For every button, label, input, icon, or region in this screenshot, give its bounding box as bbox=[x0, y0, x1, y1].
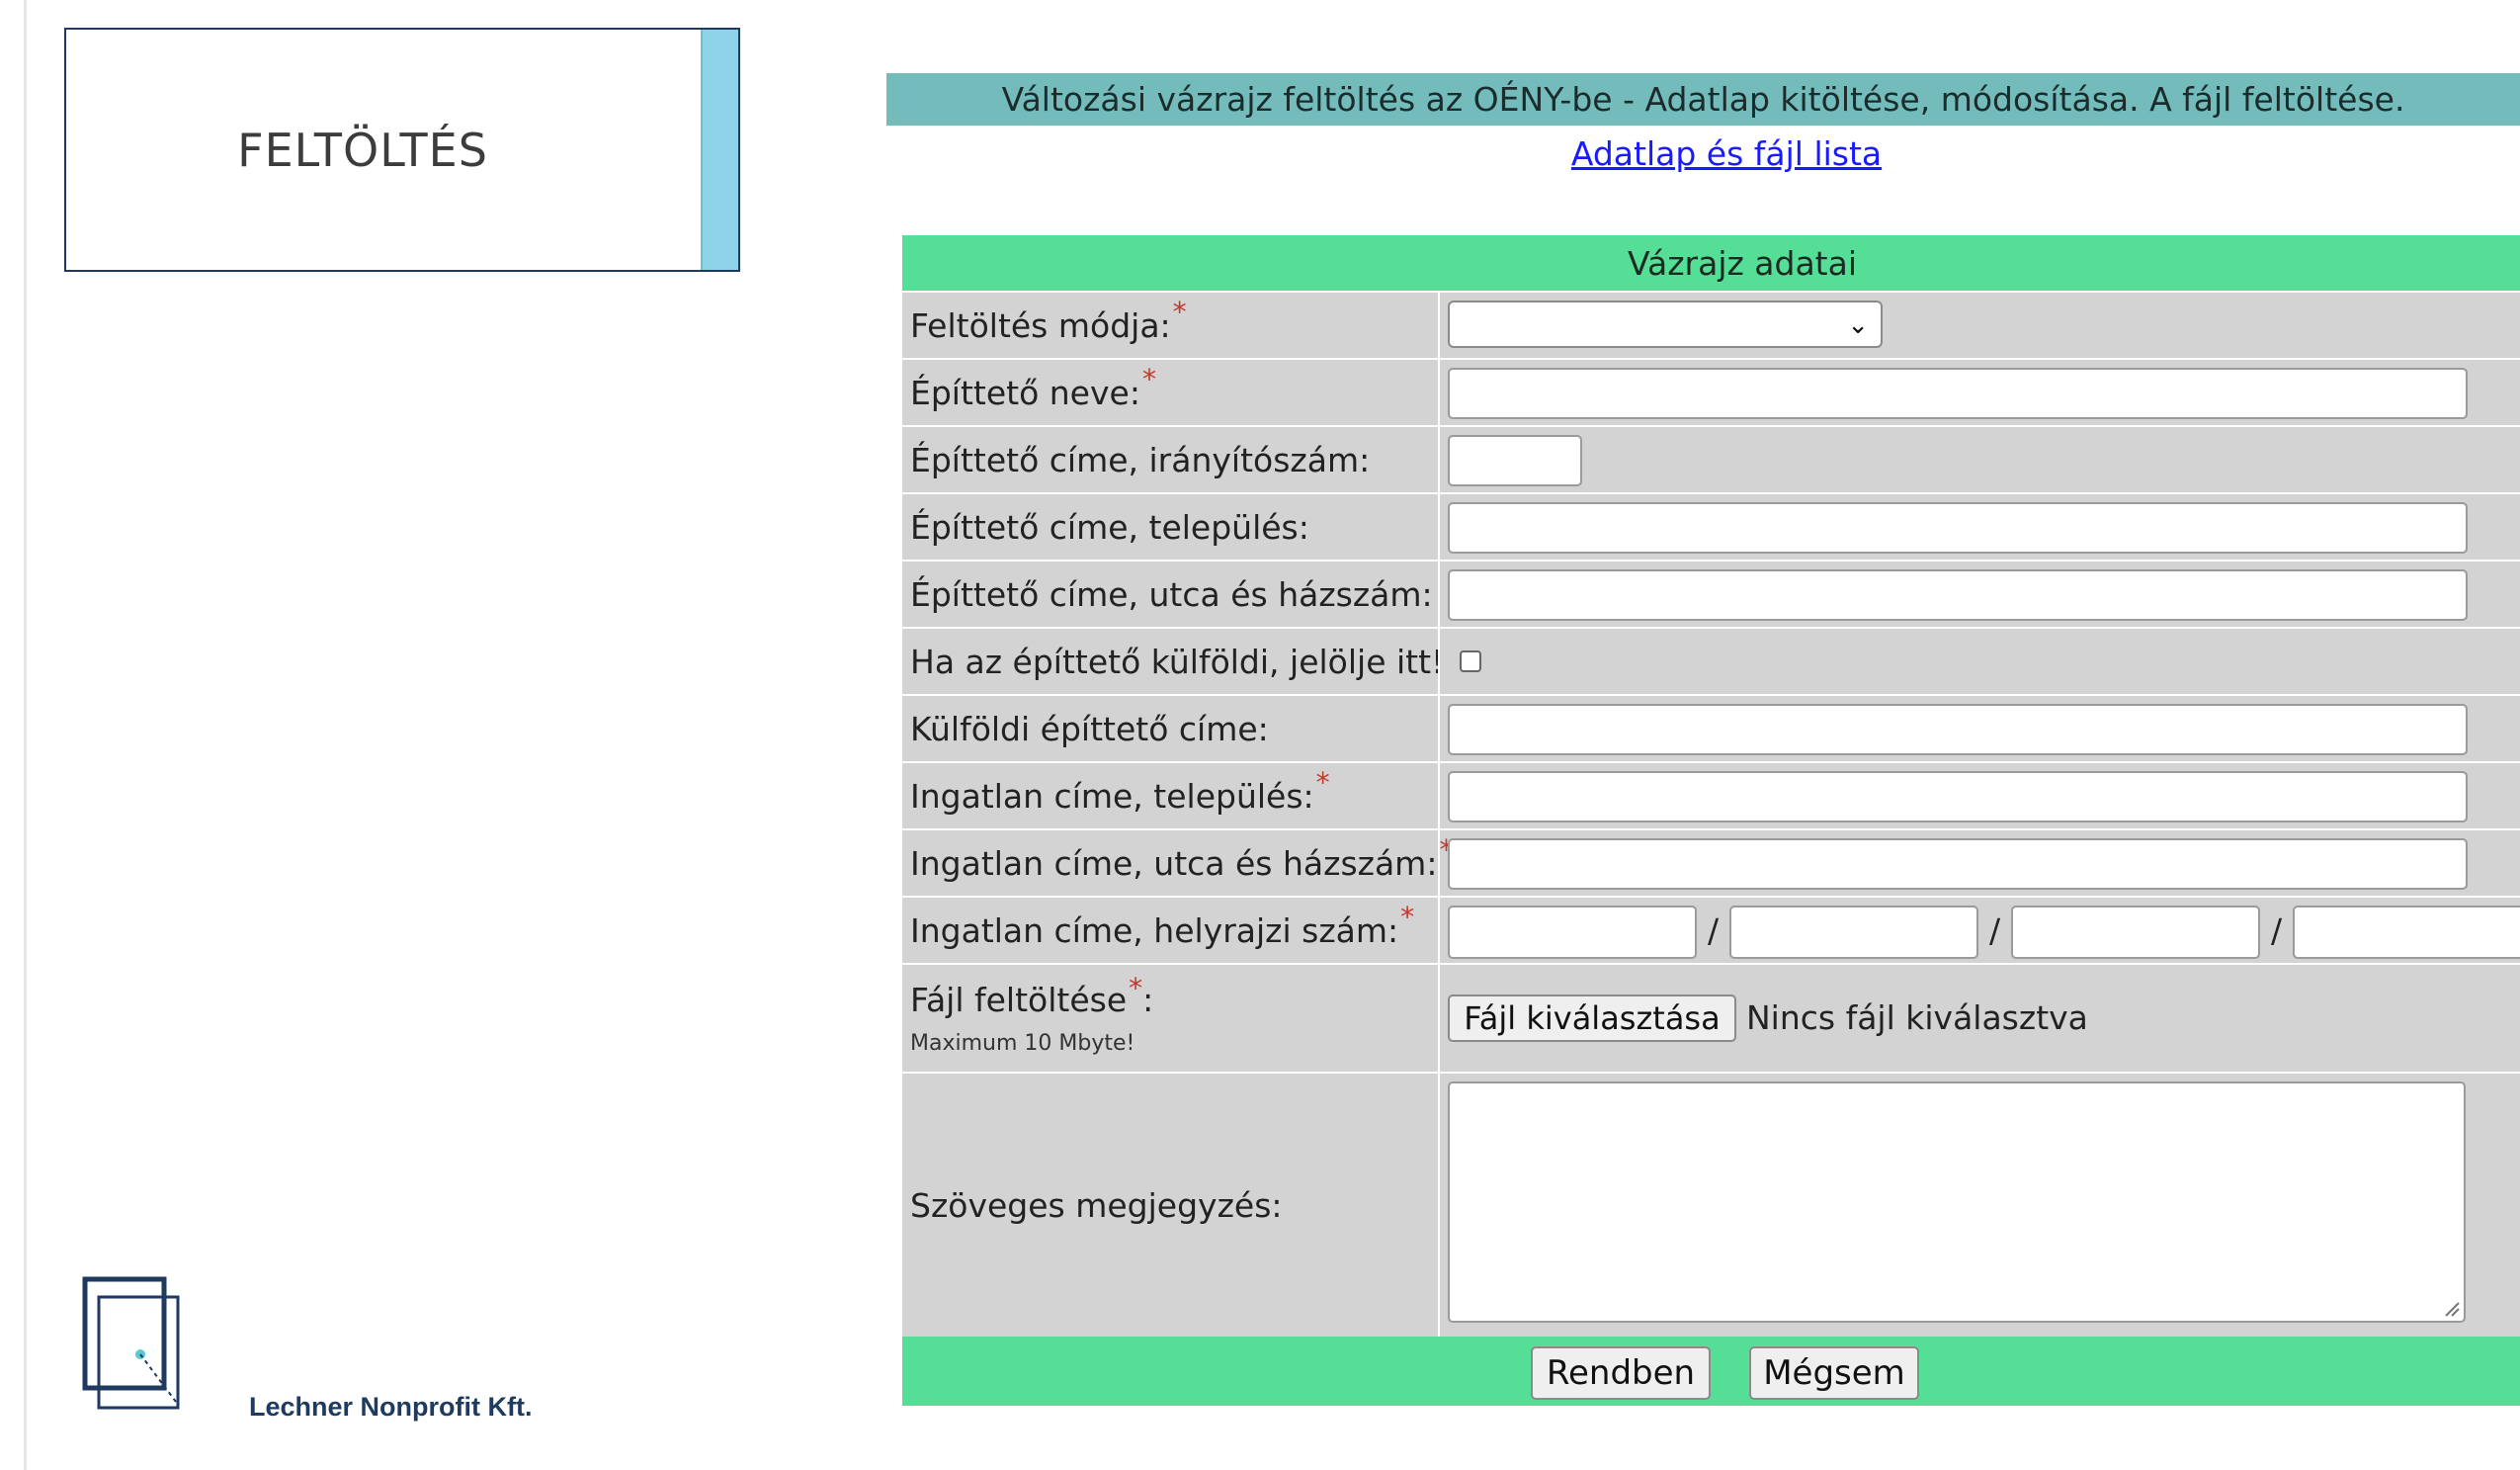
foreign-flag-label: Ha az építtető külföldi, jelölje itt! bbox=[910, 642, 1445, 681]
row-foreign-address: Külföldi építtető címe: bbox=[902, 694, 2520, 761]
column-divider bbox=[1438, 494, 1440, 560]
builder-name-label-text: Építtető neve: bbox=[910, 373, 1140, 412]
upload-menu-title: FELTÖLTÉS bbox=[237, 123, 488, 177]
company-name: Lechner Nonprofit Kft. bbox=[249, 1392, 533, 1422]
lot-separator: / bbox=[2271, 911, 2283, 950]
ok-button[interactable]: Rendben bbox=[1531, 1346, 1711, 1400]
upload-mode-label-text: Feltöltés módja: bbox=[910, 305, 1171, 345]
lot-number-input-2[interactable] bbox=[1729, 906, 1978, 959]
row-builder-city: Építtető címe, település: bbox=[902, 492, 2520, 560]
file-status-text: Nincs fájl kiválasztva bbox=[1746, 998, 2088, 1037]
column-divider bbox=[1438, 830, 1440, 896]
column-divider bbox=[1438, 427, 1440, 492]
label-colon: : bbox=[1142, 981, 1154, 1019]
foreign-address-label: Külföldi építtető címe: bbox=[910, 709, 1269, 748]
cancel-button[interactable]: Mégsem bbox=[1749, 1346, 1919, 1400]
resize-handle-icon[interactable] bbox=[2442, 1299, 2460, 1317]
builder-street-label: Építtető címe, utca és házszám: bbox=[910, 574, 1433, 614]
row-upload-mode: Feltöltés módja: * ⌄ bbox=[902, 291, 2520, 358]
lot-number-input-4[interactable] bbox=[2293, 906, 2520, 959]
row-builder-name: Építtető neve: * bbox=[902, 358, 2520, 425]
file-list-link[interactable]: Adatlap és fájl lista bbox=[886, 134, 2520, 184]
property-street-label: Ingatlan címe, utca és házszám: * bbox=[910, 830, 1453, 896]
page-left-rule bbox=[24, 0, 27, 1470]
column-divider bbox=[1438, 629, 1440, 694]
row-property-lot: Ingatlan címe, helyrajzi szám: * / / / bbox=[902, 896, 2520, 963]
column-divider bbox=[1438, 763, 1440, 828]
builder-city-input[interactable] bbox=[1448, 502, 2468, 554]
sketch-form: Vázrajz adatai Feltöltés módja: * ⌄ Építt… bbox=[902, 235, 2520, 1406]
page-banner: Változási vázrajz feltöltés az OÉNY-be -… bbox=[886, 73, 2520, 126]
builder-name-input[interactable] bbox=[1448, 368, 2468, 419]
row-property-street: Ingatlan címe, utca és házszám: * bbox=[902, 828, 2520, 896]
property-lot-label-text: Ingatlan címe, helyrajzi szám: bbox=[910, 910, 1399, 950]
file-upload-label-text: Fájl feltöltése bbox=[910, 981, 1128, 1019]
property-city-label-text: Ingatlan címe, település: bbox=[910, 776, 1314, 816]
file-size-note: Maximum 10 Mbyte! bbox=[910, 1031, 1135, 1056]
required-marker: * bbox=[1400, 900, 1415, 933]
row-builder-street: Építtető címe, utca és házszám: bbox=[902, 560, 2520, 627]
builder-street-input[interactable] bbox=[1448, 569, 2468, 621]
row-property-city: Ingatlan címe, település: * bbox=[902, 761, 2520, 828]
lot-number-input-3[interactable] bbox=[2011, 906, 2260, 959]
builder-zip-input[interactable] bbox=[1448, 435, 1582, 486]
builder-city-label: Építtető címe, település: bbox=[910, 507, 1309, 547]
column-divider bbox=[1438, 360, 1440, 425]
form-footer: Rendben Mégsem bbox=[902, 1337, 2520, 1406]
property-lot-label: Ingatlan címe, helyrajzi szám: * bbox=[910, 898, 1414, 963]
column-divider bbox=[1438, 898, 1440, 963]
lot-separator: / bbox=[1989, 911, 2001, 950]
foreign-builder-checkbox[interactable] bbox=[1460, 650, 1481, 672]
column-divider bbox=[1438, 1074, 1440, 1337]
upload-menu-tile[interactable]: FELTÖLTÉS bbox=[64, 28, 740, 272]
property-street-label-text: Ingatlan címe, utca és házszám: bbox=[910, 843, 1438, 883]
required-marker: * bbox=[1315, 765, 1330, 799]
foreign-address-input[interactable] bbox=[1448, 704, 2468, 755]
row-foreign-flag: Ha az építtető külföldi, jelölje itt! bbox=[902, 627, 2520, 694]
required-marker: * bbox=[1141, 362, 1156, 395]
builder-zip-label: Építtető címe, irányítószám: bbox=[910, 440, 1371, 479]
property-city-input[interactable] bbox=[1448, 771, 2468, 822]
tile-accent-bar bbox=[701, 30, 738, 270]
lot-separator: / bbox=[1708, 911, 1720, 950]
builder-name-label: Építtető neve: * bbox=[910, 360, 1156, 425]
column-divider bbox=[1438, 562, 1440, 627]
form-title: Vázrajz adatai bbox=[902, 235, 2520, 291]
property-street-input[interactable] bbox=[1448, 838, 2468, 890]
column-divider bbox=[1438, 696, 1440, 761]
required-marker: * bbox=[1172, 295, 1187, 328]
file-upload-label: Fájl feltöltése*: Maximum 10 Mbyte! bbox=[910, 972, 1154, 1056]
property-city-label: Ingatlan címe, település: * bbox=[910, 763, 1330, 828]
upload-mode-select[interactable]: ⌄ bbox=[1448, 301, 1883, 348]
row-file-upload: Fájl feltöltése*: Maximum 10 Mbyte! Fájl… bbox=[902, 963, 2520, 1072]
comment-textarea[interactable] bbox=[1448, 1081, 2466, 1323]
row-builder-zip: Építtető címe, irányítószám: bbox=[902, 425, 2520, 492]
lot-number-input-1[interactable] bbox=[1448, 906, 1697, 959]
company-logo-icon bbox=[82, 1276, 180, 1410]
column-divider bbox=[1438, 965, 1440, 1072]
chevron-down-icon: ⌄ bbox=[1847, 310, 1869, 340]
upload-mode-label: Feltöltés módja: * bbox=[910, 293, 1187, 358]
required-marker: * bbox=[1129, 972, 1143, 1004]
column-divider bbox=[1438, 293, 1440, 358]
comment-label: Szöveges megjegyzés: bbox=[910, 1185, 1283, 1225]
row-comment: Szöveges megjegyzés: bbox=[902, 1072, 2520, 1337]
choose-file-button[interactable]: Fájl kiválasztása bbox=[1448, 994, 1736, 1042]
